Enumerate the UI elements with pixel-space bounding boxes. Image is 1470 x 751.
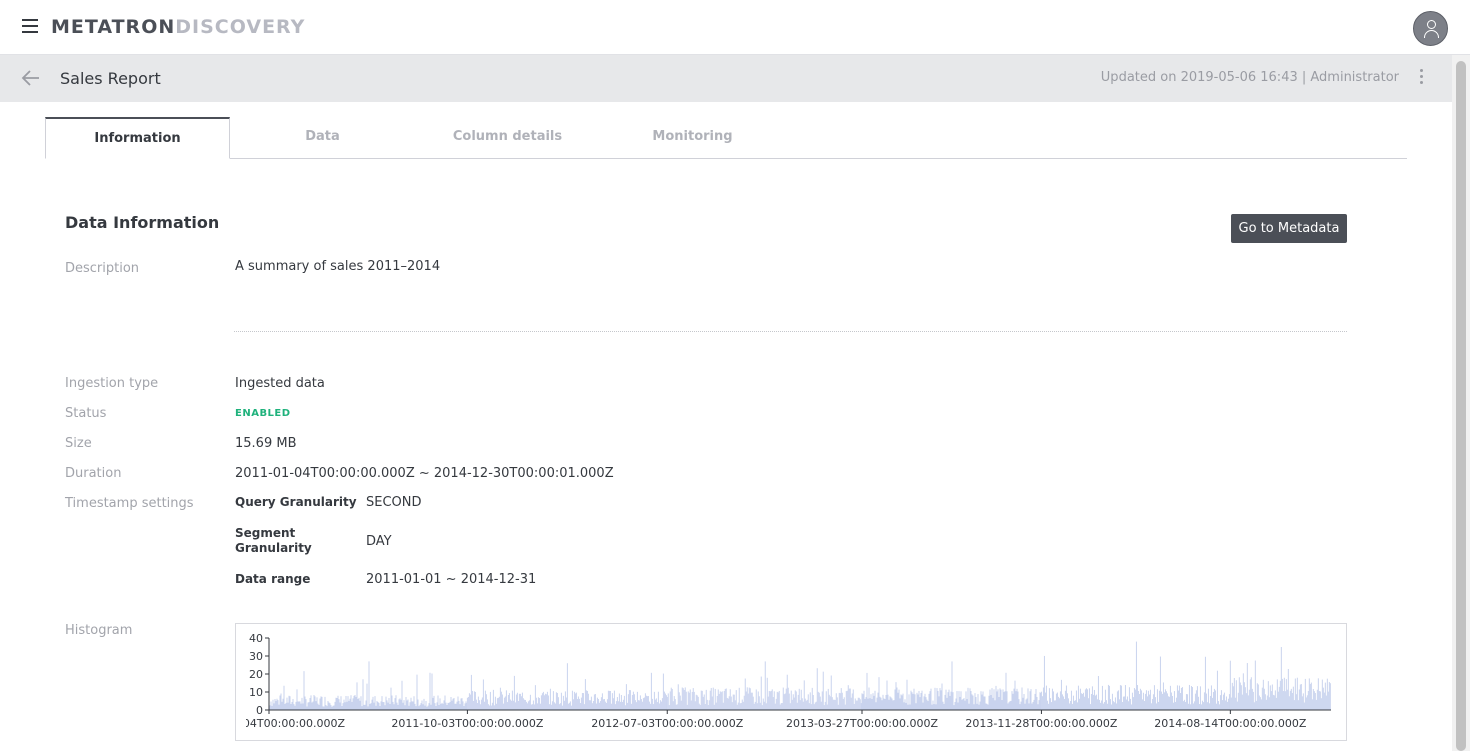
query-granularity-value: SECOND xyxy=(366,495,422,510)
updated-info: Updated on 2019-05-06 16:43 | Administra… xyxy=(1100,70,1399,85)
tab-column-details[interactable]: Column details xyxy=(415,117,600,159)
status-badge: ENABLED xyxy=(235,408,291,419)
histogram-chart: 0 10 20 30 40 2011-01-04T00:00:00.000Z 2011-10… xyxy=(235,623,1347,741)
section-title: Data Information xyxy=(65,213,220,232)
y-tick-label: 0 xyxy=(256,704,263,717)
size-value: 15.69 MB xyxy=(235,436,297,451)
page-header: Sales Report Updated on 2019-05-06 16:43… xyxy=(0,55,1452,102)
x-tick-label: 2011-01-04T00:00:00.000Z xyxy=(236,717,346,730)
segment-granularity-label: Segment Granularity xyxy=(235,526,312,555)
tab-information[interactable]: Information xyxy=(45,117,230,159)
tab-data[interactable]: Data xyxy=(230,117,415,159)
query-granularity-label: Query Granularity xyxy=(235,495,357,509)
histogram-label: Histogram xyxy=(65,623,133,638)
ingestion-type-label: Ingestion type xyxy=(65,376,159,391)
logo-secondary: DISCOVERY xyxy=(175,16,306,38)
duration-value: 2011-01-04T00:00:00.000Z ~ 2014-12-30T00… xyxy=(235,466,614,481)
back-arrow-icon[interactable] xyxy=(20,67,42,89)
data-range-value: 2011-01-01 ~ 2014-12-31 xyxy=(366,572,537,587)
user-avatar-icon[interactable] xyxy=(1413,11,1448,46)
x-tick-label: 2011-10-03T00:00:00.000Z xyxy=(391,717,544,730)
description-value: A summary of sales 2011–2014 xyxy=(235,259,441,274)
ingestion-type-value: Ingested data xyxy=(235,376,325,391)
y-tick-label: 30 xyxy=(249,650,263,663)
logo-primary: METATRON xyxy=(51,16,176,38)
x-tick-label: 2013-11-28T00:00:00.000Z xyxy=(965,717,1118,730)
more-options-icon[interactable] xyxy=(1417,69,1425,87)
go-to-metadata-button[interactable]: Go to Metadata xyxy=(1231,214,1347,243)
top-bar: METATRONDISCOVERY xyxy=(0,0,1470,55)
x-tick-label: 2013-03-27T00:00:00.000Z xyxy=(786,717,939,730)
y-tick-label: 20 xyxy=(249,668,263,681)
page-title: Sales Report xyxy=(60,69,161,88)
duration-label: Duration xyxy=(65,466,122,481)
y-tick-label: 40 xyxy=(249,632,263,645)
x-tick-label: 2014-08-14T00:00:00.000Z xyxy=(1154,717,1307,730)
data-range-label: Data range xyxy=(235,572,311,586)
tab-bar: Information Data Column details Monitori… xyxy=(45,117,1407,159)
histogram-svg: 0 10 20 30 40 2011-01-04T00:00:00.000Z 2011-10… xyxy=(236,632,1331,730)
description-label: Description xyxy=(65,261,140,276)
size-label: Size xyxy=(65,436,92,451)
app-logo[interactable]: METATRONDISCOVERY xyxy=(51,16,305,38)
y-tick-label: 10 xyxy=(249,686,263,699)
segment-granularity-value: DAY xyxy=(366,534,392,549)
status-label: Status xyxy=(65,406,107,421)
tab-monitoring[interactable]: Monitoring xyxy=(600,117,785,159)
vertical-scrollbar[interactable] xyxy=(1452,55,1470,751)
x-tick-label: 2012-07-03T00:00:00.000Z xyxy=(591,717,744,730)
hamburger-menu-icon[interactable] xyxy=(22,19,40,35)
scrollbar-thumb[interactable] xyxy=(1456,61,1466,751)
divider xyxy=(234,331,1347,332)
timestamp-settings-label: Timestamp settings xyxy=(65,496,194,511)
